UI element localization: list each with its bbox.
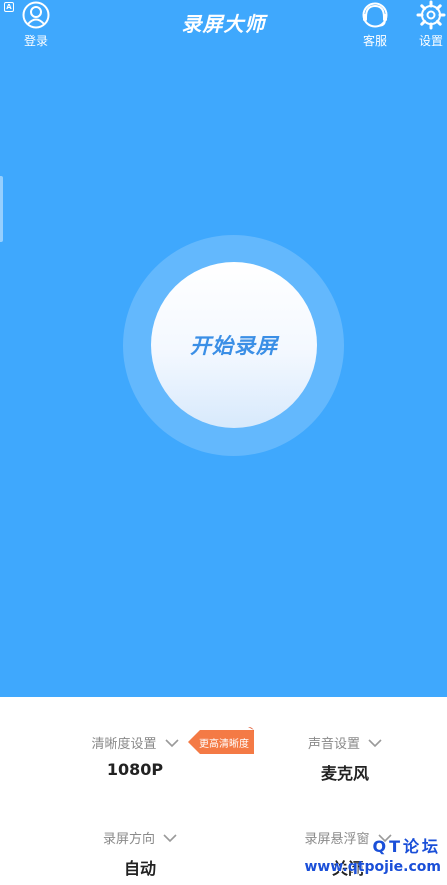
float-window-setting-value: 关闭 xyxy=(331,859,364,878)
start-recording-label: 开始录屏 xyxy=(190,334,278,358)
settings-label: 设置 xyxy=(418,34,443,48)
start-recording-button[interactable]: 开始录屏 xyxy=(151,262,317,428)
settings-button[interactable]: 设置 xyxy=(406,0,447,50)
float-window-setting-label: 录屏悬浮窗 xyxy=(304,832,370,847)
chevron-down-icon xyxy=(368,738,382,747)
chevron-down-icon xyxy=(163,833,177,842)
orientation-setting-label: 录屏方向 xyxy=(102,832,155,847)
chevron-down-icon xyxy=(377,833,392,842)
float-window-setting[interactable]: 录屏悬浮窗 关闭 xyxy=(248,828,447,879)
gear-icon xyxy=(416,0,446,30)
quality-setting-value: 1080P xyxy=(106,760,164,779)
edge-handle[interactable] xyxy=(0,176,3,242)
orientation-setting[interactable]: 录屏方向 自动 xyxy=(40,828,240,879)
chevron-down-icon xyxy=(164,738,179,747)
orientation-setting-value: 自动 xyxy=(123,859,156,878)
customer-service-button[interactable]: 客服 xyxy=(350,0,400,50)
customer-service-label: 客服 xyxy=(362,34,387,48)
quality-setting-label: 清晰度设置 xyxy=(91,737,157,752)
audio-setting[interactable]: 声音设置 麦克风 xyxy=(245,733,445,784)
higher-quality-badge-label: 更高清晰度 xyxy=(199,738,249,750)
audio-setting-value: 麦克风 xyxy=(320,764,369,783)
headset-icon xyxy=(362,2,388,28)
audio-setting-label: 声音设置 xyxy=(307,737,360,752)
